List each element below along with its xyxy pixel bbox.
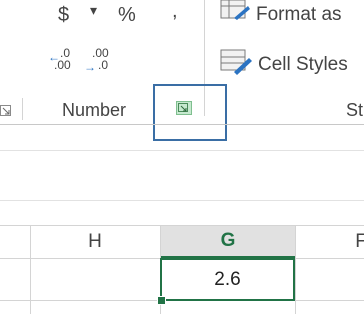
formula-bar-bottom-border [0,200,364,201]
decrease-decimal-bottom: .0 [98,58,109,72]
group-divider-left [22,98,23,120]
increase-decimal-bottom: .00 [54,58,71,72]
decrease-decimal-button[interactable]: .00 → .0 [84,46,118,74]
launcher-highlight-box [153,84,227,141]
number-group-label: Number [62,100,127,120]
format-as-table-label: Format as [256,4,342,25]
alignment-dialog-launcher-icon[interactable] [0,104,12,116]
comma-style-button[interactable]: , [172,0,178,23]
column-header-f[interactable]: F [296,226,364,258]
ribbon-bottom-border [0,124,364,125]
accounting-format-button[interactable]: $ [58,4,69,27]
formula-bar-top-border [0,150,364,151]
column-header-h[interactable]: H [30,226,160,258]
format-as-table-icon [220,0,250,20]
format-as-table-button[interactable]: Format as [220,0,364,30]
cell-f[interactable] [296,259,364,300]
accounting-format-dropdown-icon[interactable]: ▾ [90,2,97,19]
fill-handle[interactable] [157,296,166,305]
cell-styles-label: Cell Styles [258,54,348,75]
cell-styles-icon [220,49,252,75]
active-cell-g[interactable]: 2.6 [160,258,295,301]
column-header-g[interactable]: G [161,226,295,258]
percent-style-button[interactable]: % [118,4,136,27]
increase-decimal-button[interactable]: ← .0 .00 [48,46,80,74]
arrow-right-icon: → [84,60,96,74]
styles-group-label: St [346,100,364,120]
cell-h[interactable] [31,259,160,300]
cell-styles-button[interactable]: Cell Styles [220,48,364,80]
